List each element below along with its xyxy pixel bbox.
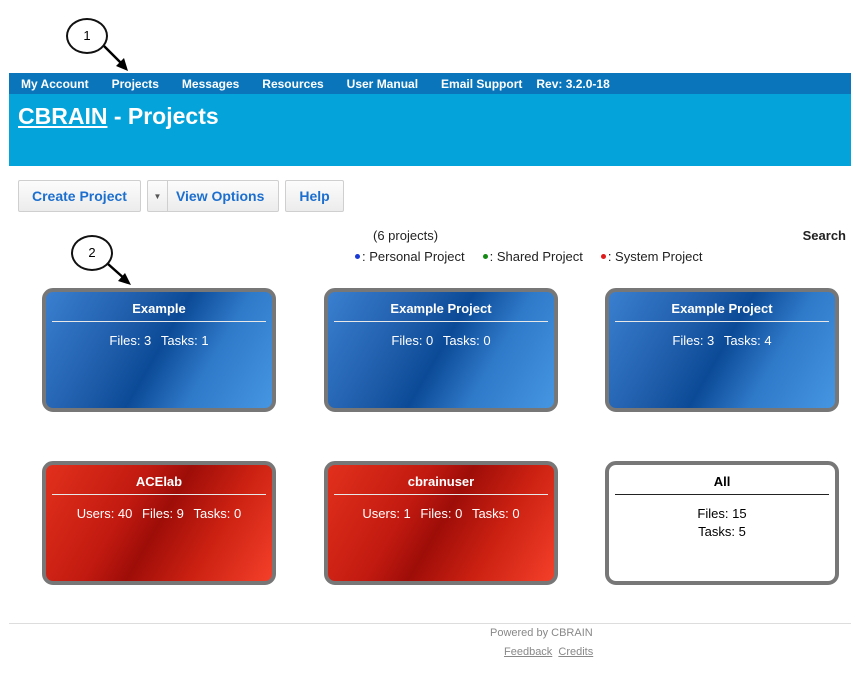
project-card[interactable]: ACElab Users: 40 Files: 9 Tasks: 0: [42, 461, 276, 585]
callout-2: 2: [71, 235, 113, 271]
card-divider: [334, 494, 548, 495]
credits-link[interactable]: Credits: [558, 646, 593, 658]
card-divider: [334, 321, 548, 322]
card-divider: [615, 494, 829, 495]
project-stats: Files: 0 Tasks: 0: [328, 332, 554, 350]
project-stats: Users: 1 Files: 0 Tasks: 0: [328, 505, 554, 523]
project-stats: Files: 15 Tasks: 5: [609, 505, 835, 541]
personal-dot-icon: [355, 254, 360, 259]
project-name[interactable]: Example Project: [609, 301, 835, 316]
legend-personal: : Personal Project: [355, 249, 465, 264]
shared-dot-icon: [482, 254, 488, 259]
stat-tasks: Tasks: 0: [471, 506, 520, 521]
card-divider: [615, 321, 829, 322]
project-stats: Files: 3 Tasks: 1: [46, 332, 272, 350]
project-card[interactable]: cbrainuser Users: 1 Files: 0 Tasks: 0: [324, 461, 558, 585]
nav-user-manual[interactable]: User Manual: [347, 77, 418, 91]
stat-tasks: Tasks: 4: [723, 333, 772, 348]
stat-files: Files: 0: [420, 506, 463, 521]
legend: : Personal Project : Shared Project : Sy…: [355, 249, 720, 264]
project-card[interactable]: Example Project Files: 0 Tasks: 0: [324, 288, 558, 412]
project-name[interactable]: All: [609, 474, 835, 489]
project-name[interactable]: Example Project: [328, 301, 554, 316]
feedback-link[interactable]: Feedback: [504, 646, 552, 658]
nav-resources[interactable]: Resources: [262, 77, 323, 91]
stat-users: Users: 1: [362, 506, 411, 521]
legend-shared: : Shared Project: [482, 249, 583, 264]
legend-system-label: : System Project: [607, 249, 703, 264]
project-card-all[interactable]: All Files: 15 Tasks: 5: [605, 461, 839, 585]
card-divider: [52, 494, 266, 495]
system-dot-icon: [600, 254, 606, 259]
powered-by: Powered by CBRAIN: [490, 627, 593, 639]
footer-links: Feedback Credits: [504, 646, 596, 658]
version-label: Rev: 3.2.0-18: [536, 76, 610, 91]
stat-files: Files: 3: [109, 333, 152, 348]
project-name[interactable]: cbrainuser: [328, 474, 554, 489]
legend-system: : System Project: [600, 249, 703, 264]
project-stats: Users: 40 Files: 9 Tasks: 0: [46, 505, 272, 523]
legend-shared-label: : Shared Project: [489, 249, 583, 264]
stat-tasks: Tasks: 5: [698, 524, 746, 539]
stat-users: Users: 40: [76, 506, 133, 521]
card-divider: [52, 321, 266, 322]
stat-tasks: Tasks: 1: [160, 333, 209, 348]
project-card[interactable]: Example Files: 3 Tasks: 1: [42, 288, 276, 412]
nav-email-support[interactable]: Email Support: [441, 77, 522, 91]
stat-files: Files: 0: [391, 333, 434, 348]
legend-personal-label: : Personal Project: [362, 249, 465, 264]
footer-divider: [9, 623, 851, 624]
help-button[interactable]: Help: [285, 180, 344, 212]
project-name[interactable]: ACElab: [46, 474, 272, 489]
stat-tasks: Tasks: 0: [442, 333, 491, 348]
stat-files: Files: 3: [672, 333, 715, 348]
stat-tasks: Tasks: 0: [193, 506, 242, 521]
stat-files: Files: 15: [697, 506, 747, 521]
project-name[interactable]: Example: [46, 301, 272, 316]
search-link[interactable]: Search: [803, 228, 846, 243]
callout-1: 1: [66, 18, 108, 54]
project-stats: Files: 3 Tasks: 4: [609, 332, 835, 350]
project-count: (6 projects): [373, 228, 439, 243]
stat-files: Files: 9: [142, 506, 184, 521]
project-card[interactable]: Example Project Files: 3 Tasks: 4: [605, 288, 839, 412]
